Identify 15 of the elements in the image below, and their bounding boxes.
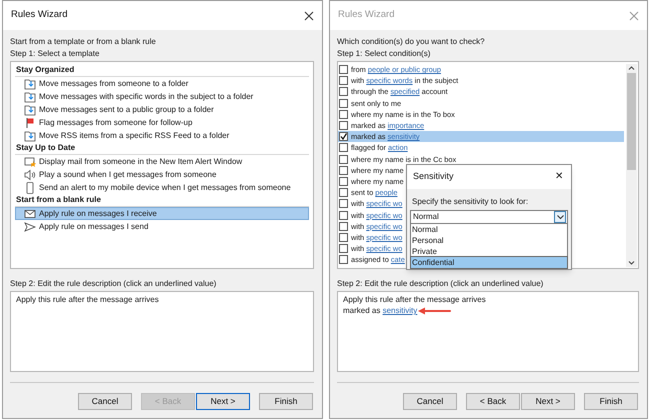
popup-title: Sensitivity: [413, 170, 454, 184]
window-title: Rules Wizard: [11, 8, 68, 22]
description-text: Apply this rule after the message arrives: [16, 294, 159, 305]
description-text: Apply this rule after the message arrives: [343, 294, 486, 305]
step-label: Step 1: Select a template: [10, 48, 100, 60]
group-header: Stay Up to Date: [15, 142, 309, 155]
prompt-text: Specify the sensitivity to look for:: [411, 196, 530, 208]
description-text: marked as sensitivity: [343, 305, 418, 316]
instruction-text: Which condition(s) do you want to check?: [337, 36, 486, 48]
step-label: Step 1: Select condition(s): [337, 48, 432, 60]
step-label: Step 2: Edit the rule description (click an underlined value): [337, 278, 544, 290]
group-header: Stay Organized: [15, 64, 309, 77]
instruction-text: Start from a template or from a blank rule: [10, 36, 157, 48]
window-title: Rules Wizard: [338, 8, 394, 22]
step-label: Step 2: Edit the rule description (click an underlined value): [10, 278, 218, 290]
